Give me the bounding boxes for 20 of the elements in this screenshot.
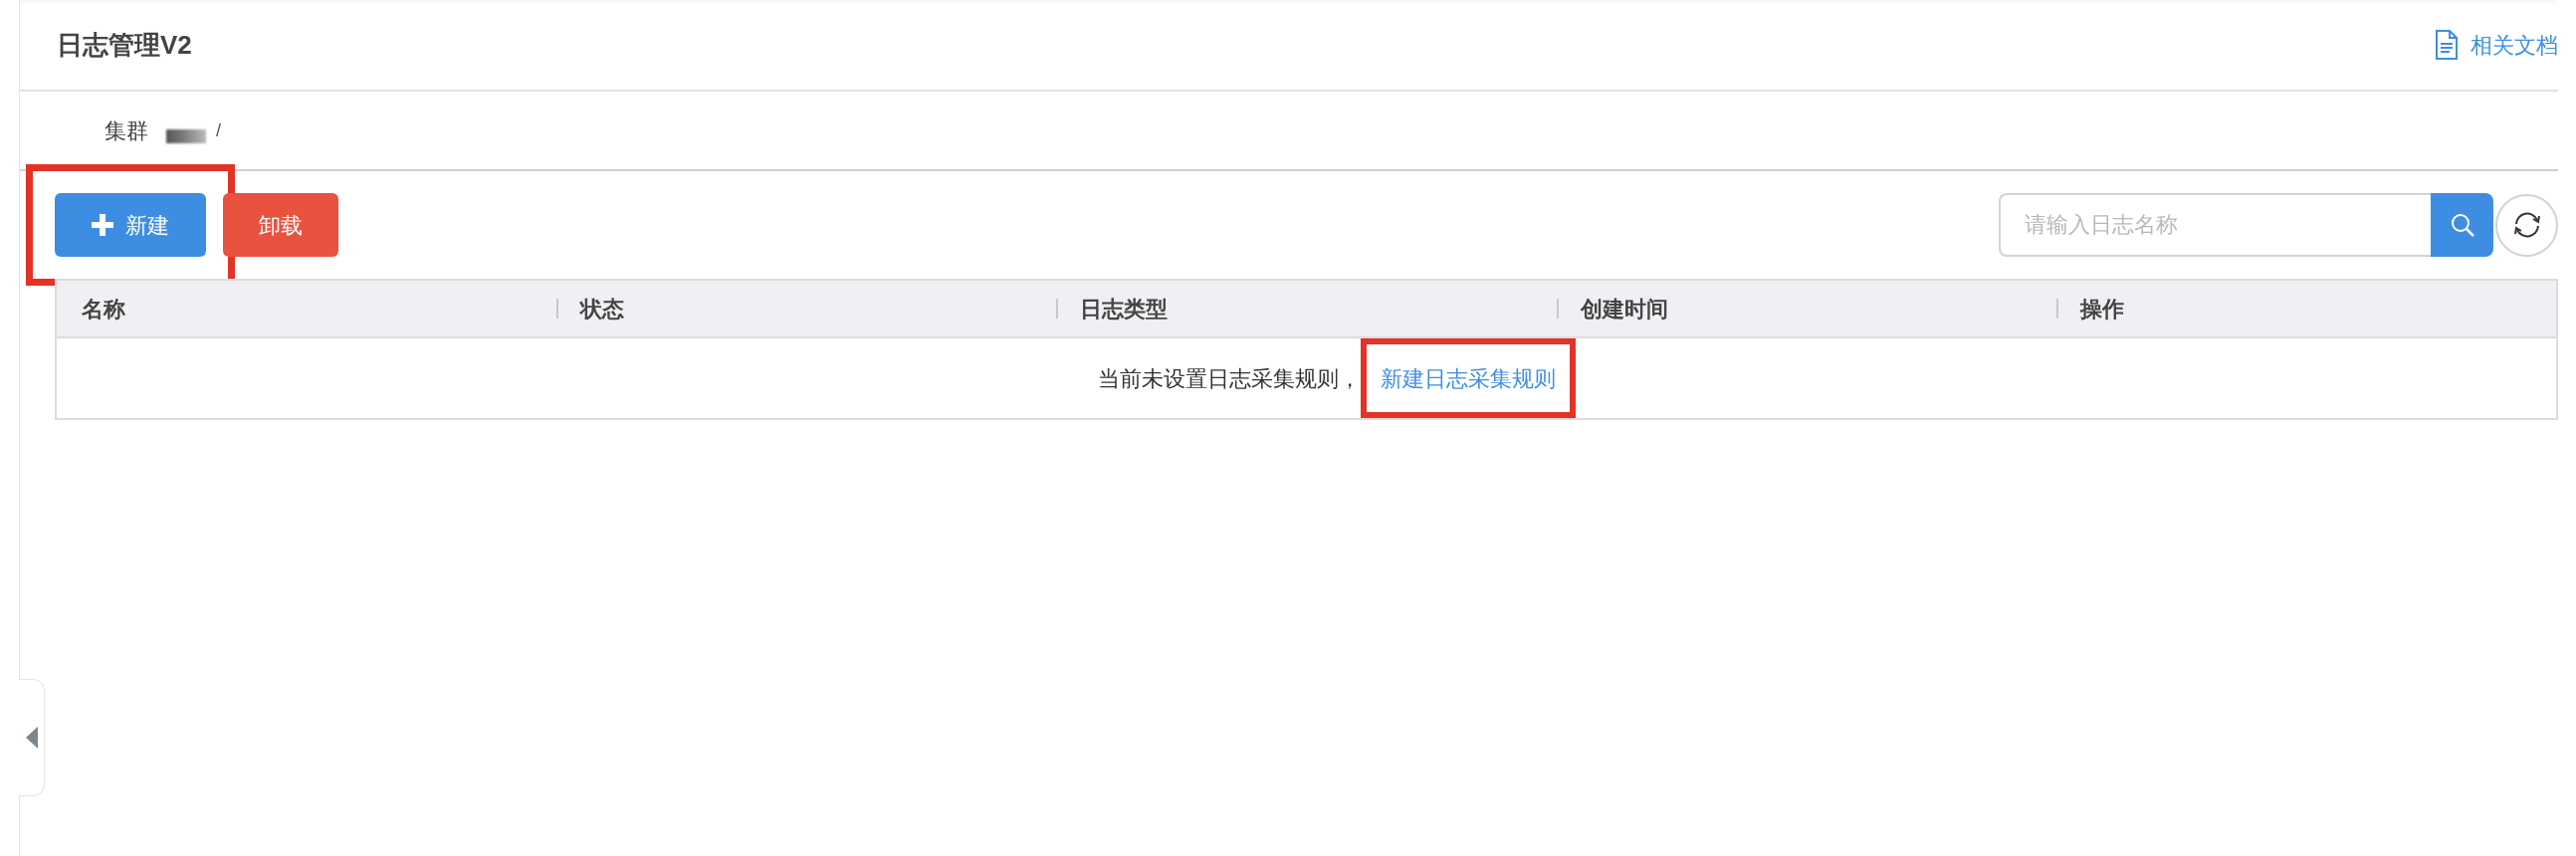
page-title: 日志管理V2 <box>57 28 192 62</box>
document-icon <box>2435 30 2459 60</box>
collapse-tab[interactable] <box>19 679 45 796</box>
uninstall-button[interactable]: 卸载 <box>223 193 338 257</box>
path-separator: / <box>216 118 221 142</box>
redacted-value <box>166 129 206 143</box>
create-rule-link[interactable]: 新建日志采集规则 <box>1380 361 1556 395</box>
search-icon <box>2449 212 2475 238</box>
empty-message: 当前未设置日志采集规则， <box>1097 364 1361 393</box>
plus-icon <box>92 214 113 236</box>
caret-left-icon <box>25 727 38 749</box>
cluster-label: 集群 <box>105 116 148 145</box>
new-button[interactable]: 新建 <box>55 193 206 257</box>
column-header: 操作 <box>2079 295 2124 323</box>
docs-link[interactable]: 相关文档 <box>2435 28 2558 62</box>
search-field[interactable]: 请输入日志名称 <box>1999 193 2431 257</box>
column-header: 名称 <box>82 295 125 323</box>
column-header: 日志类型 <box>1080 295 1169 323</box>
column-header: 创建时间 <box>1580 295 1668 323</box>
column-header: 状态 <box>580 295 625 323</box>
